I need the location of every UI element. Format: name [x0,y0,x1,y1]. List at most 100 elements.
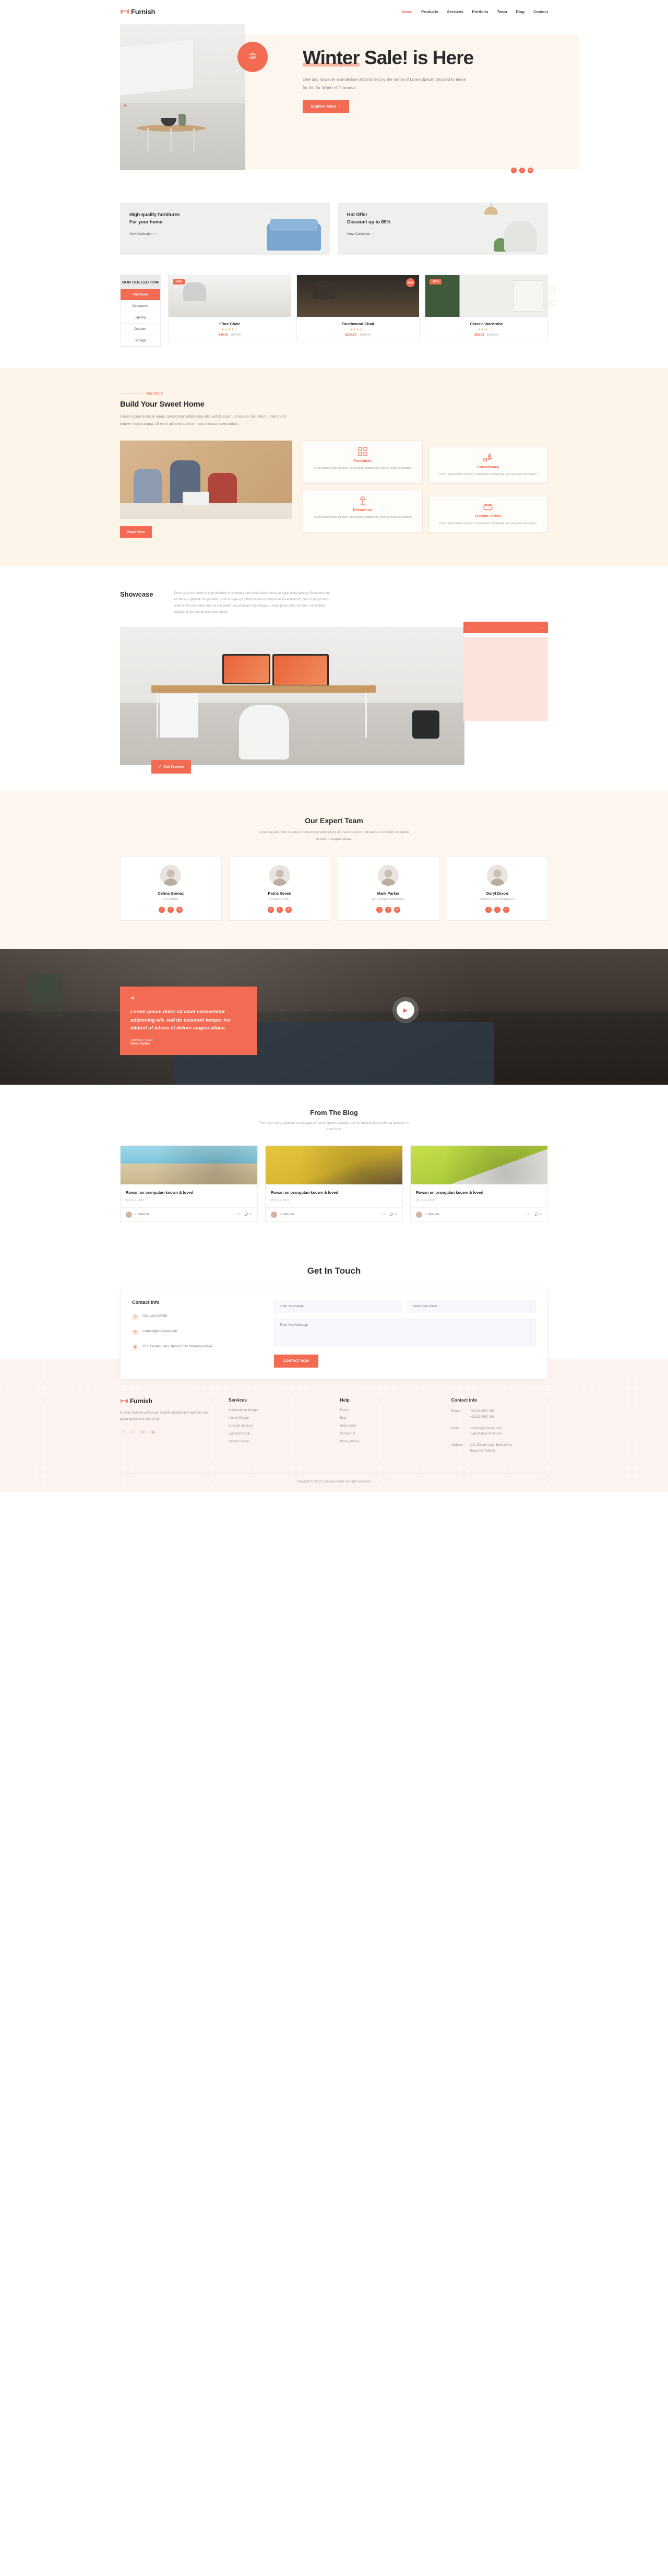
name-input[interactable] [274,1300,402,1313]
member-role: FOUNDER [163,898,178,901]
footer-link[interactable]: Lighting Design [229,1432,325,1435]
facebook-icon[interactable]: f [511,168,517,173]
twitter-icon[interactable]: t [519,168,525,173]
chevron-right-icon[interactable]: › [542,626,543,630]
full-preview-button[interactable]: ⤢ Full Preview [151,760,192,774]
facebook-icon[interactable]: f [485,907,492,913]
heart-icon[interactable]: ♡ 12 [234,1213,241,1216]
team-member-card[interactable]: Mark Parker BUSINESS MANAGER f t in [338,856,439,921]
blog-subtitle: There are many variations of passages of… [259,1122,409,1131]
blog-card[interactable]: Rowan an orangutan known & loved 26 JULY… [120,1145,258,1222]
hero-slider-dots[interactable] [124,100,126,111]
footer-link[interactable]: Help Center [340,1424,436,1428]
message-input[interactable] [274,1319,536,1346]
view-collection-link[interactable]: View Collection › [347,232,374,236]
twitter-icon[interactable]: t [168,907,174,913]
feature-furnitures[interactable]: Furnitures Lorem ipsum dolor sit amet, c… [303,441,423,484]
facebook-icon[interactable]: f [267,907,274,913]
footer-link[interactable]: Forum [340,1409,436,1412]
feature-decoration[interactable]: Decoration Lorem ipsum dolor sit amet, c… [303,490,423,533]
member-role: BUSINESS MANAGER [372,898,405,901]
nav-item-services[interactable]: Services [447,9,463,14]
contact-submit-button[interactable]: CONTACT NOW [274,1355,318,1368]
member-socials[interactable]: f t in [451,907,544,913]
carousel-prev-button[interactable]: ‹ [548,287,555,294]
blog-author: J. PARKER [126,1212,149,1218]
testimonial-card: ❝ Lorem ipsum dolor sit amet consectetur… [120,987,257,1055]
team-member-card[interactable]: Celina Gomez FOUNDER f t in [120,856,222,921]
blog-post-title: Rowan an orangutan known & loved [271,1190,339,1195]
product-name: Touchwood Chair [341,322,375,326]
category-lighting[interactable]: Lighting [121,312,160,324]
twitter-icon[interactable]: t [494,907,500,913]
category-storage[interactable]: Storage [121,335,160,347]
member-socials[interactable]: f t in [342,907,435,913]
chevron-right-icon: › [339,104,341,109]
play-icon[interactable]: ▶ [397,1001,414,1019]
footer-logo[interactable]: Furnish [120,1397,214,1405]
chevron-left-icon[interactable]: ‹ [469,626,470,630]
showcase-paragraph: Dolor sit a muro dolor is imprehenderit … [174,592,330,614]
hero-social-links[interactable]: f t in [511,168,533,173]
instagram-icon[interactable]: ig [150,1429,156,1435]
category-outdoor[interactable]: Outdoor [121,324,160,335]
linkedin-icon[interactable]: in [528,168,533,173]
comment-icon[interactable]: 💬 08 [244,1213,252,1216]
twitter-icon[interactable]: t [385,907,392,913]
product-card[interactable]: Sale Touchwood Chair ★★★★★ $129.00 $159.… [296,275,420,342]
nav-item-contact[interactable]: Contact [533,9,548,14]
footer-link[interactable]: Autocad Services [229,1424,325,1428]
footer-link[interactable]: Interior Design [229,1417,325,1420]
story-image [120,441,292,519]
facebook-icon[interactable]: f [376,907,383,913]
promo-card-offer[interactable]: Hot Offer Discount up to 80% View Collec… [338,203,548,255]
product-card[interactable]: -40% Fibre Chair ★★★★★ $49.00 $69.00 [168,275,291,342]
blog-card[interactable]: Rowan an orangutan known & loved 26 JULY… [265,1145,403,1222]
nav-item-blog[interactable]: Blog [516,9,524,14]
nav-item-team[interactable]: Team [497,9,507,14]
twitter-icon[interactable]: t [130,1429,136,1435]
twitter-icon[interactable]: t [276,907,283,913]
email-input[interactable] [408,1300,536,1313]
comment-icon[interactable]: 💬 08 [534,1213,542,1216]
footer-socials[interactable]: f t in ig [120,1429,214,1435]
linkedin-icon[interactable]: in [140,1429,146,1435]
showcase-nav[interactable]: ‹ › [463,622,548,633]
brand-logo[interactable]: Furnish [120,8,155,16]
nav-item-portfolio[interactable]: Portfolio [472,9,488,14]
footer-link[interactable]: Architechture Design [229,1409,325,1412]
promo-cards: High-quality furnitures For your home Vi… [120,203,548,255]
facebook-icon[interactable]: f [120,1429,126,1435]
member-socials[interactable]: f t in [125,907,217,913]
linkedin-icon[interactable]: in [176,907,183,913]
feature-consultancy[interactable]: Consultancy Lorem ipsum dolor sit amet, … [428,447,548,484]
heart-icon[interactable]: ♡ 12 [524,1213,531,1216]
footer-link[interactable]: Privacy Policy [340,1440,436,1443]
blog-card[interactable]: Rowan an orangutan known & loved 26 JULY… [410,1145,548,1222]
heart-icon[interactable]: ♡ 12 [379,1213,386,1216]
member-socials[interactable]: f t in [234,907,326,913]
nav-item-home[interactable]: Home [401,9,412,14]
team-member-card[interactable]: Daryl Dixon MARKETING MANAGER f t in [446,856,548,921]
team-member-card[interactable]: Patric Green CONSULTANT f t in [229,856,330,921]
category-decorative[interactable]: Decorative [121,301,160,312]
footer-link[interactable]: Painter Design [229,1440,325,1443]
comment-icon[interactable]: 💬 08 [389,1213,397,1216]
nav-item-products[interactable]: Products [421,9,438,14]
category-furniture[interactable]: Furniture [121,289,160,301]
linkedin-icon[interactable]: in [285,907,292,913]
promo-card-quality[interactable]: High-quality furnitures For your home Vi… [120,203,330,255]
carousel-next-button[interactable]: › [548,300,555,306]
facebook-icon[interactable]: f [159,907,165,913]
team-title: Our Expert Team [305,816,363,825]
view-collection-link[interactable]: View Collection › [129,232,156,236]
linkedin-icon[interactable]: in [503,907,509,913]
explore-more-button[interactable]: Explore More › [303,100,349,113]
linkedin-icon[interactable]: in [394,907,401,913]
feature-custom-orders[interactable]: Custom Orders Lorem ipsum dolor sit amet… [428,496,548,533]
product-card[interactable]: -30% Classic Wardrobe ★★★★★ $89.00 $129.… [425,275,548,342]
read-more-button[interactable]: Read More [120,526,152,538]
contact-address-row: ◉ 203, Envato Labs, Behind Sits Street,A… [132,1344,263,1350]
footer-link[interactable]: Contact Us [340,1432,436,1435]
footer-link[interactable]: Blog [340,1417,436,1420]
